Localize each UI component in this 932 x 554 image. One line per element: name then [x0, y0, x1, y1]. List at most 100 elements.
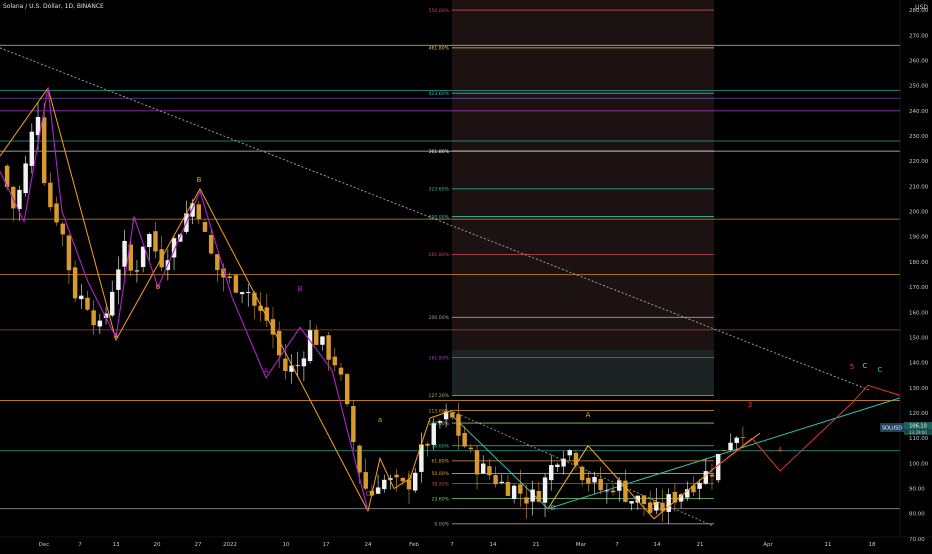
candle-body — [437, 421, 443, 423]
time-tick-11: 14 — [490, 542, 497, 548]
wave-label-9: A — [586, 411, 591, 419]
time-tick-18: 11 — [825, 542, 832, 548]
candle-body — [487, 466, 492, 476]
fib-label-15: 38.20% — [431, 481, 449, 487]
time-tick-3: 20 — [154, 542, 161, 548]
candle-body — [91, 310, 96, 326]
candle-body — [709, 474, 715, 477]
price-tick-10: 170.00 — [909, 285, 929, 291]
price-tick-14: 210.00 — [909, 184, 929, 190]
fib-label-2: 423.60% — [429, 91, 450, 97]
candle-body — [548, 465, 554, 481]
last-price: 106.10 — [909, 424, 927, 430]
candle-body — [480, 463, 486, 474]
candle-body — [196, 204, 202, 220]
price-tick-19: 260.00 — [909, 58, 929, 64]
wave-label-4: B — [298, 285, 303, 293]
candle-body — [29, 131, 35, 167]
candle-body — [592, 476, 597, 483]
fib-label-8: 161.80% — [429, 355, 450, 361]
wave-label-10: B — [551, 504, 556, 512]
time-tick-8: 24 — [365, 542, 372, 548]
wave-label-3: A — [264, 367, 269, 375]
candle-body — [412, 472, 418, 491]
candle-body — [54, 203, 59, 223]
fib-zone-band — [452, 350, 714, 396]
time-tick-6: 10 — [283, 542, 290, 548]
chart-canvas[interactable]: 550.00%461.80%423.60%361.80%323.60%300.0… — [0, 0, 932, 550]
candle-body — [703, 471, 709, 484]
price-tick-2: 90.00 — [909, 487, 925, 493]
candle-body — [344, 374, 350, 405]
currency-label: USD — [915, 4, 928, 11]
candle-body — [666, 494, 671, 512]
price-tick-8: 150.00 — [909, 335, 929, 341]
solusd-chart[interactable]: 550.00% 461.80% 423.60% 361.80% 323.60% 300.0… — [0, 0, 932, 550]
candle-body — [499, 481, 504, 484]
price-tick-18: 250.00 — [909, 84, 929, 90]
candle-body — [72, 267, 78, 299]
time-tick-12: 21 — [533, 542, 540, 548]
candle-body — [623, 480, 628, 502]
fib-label-16: 23.60% — [431, 496, 449, 502]
candle-body — [518, 484, 523, 494]
fib-label-4: 323.60% — [429, 187, 450, 193]
candle-body — [579, 466, 585, 481]
candle-body — [338, 367, 344, 375]
candle-body — [215, 254, 220, 271]
fib-label-6: 261.80% — [429, 252, 450, 258]
price-tick-17: 240.00 — [909, 109, 929, 115]
price-tick-20: 270.00 — [909, 33, 929, 39]
candle-body — [246, 292, 251, 294]
price-tick-4: 110.00 — [909, 436, 929, 442]
candle-body — [239, 292, 245, 295]
candle-body — [66, 235, 72, 271]
candle-body — [147, 233, 152, 248]
wave-label-5: b — [408, 473, 413, 481]
fib-label-5: 300.00% — [429, 214, 450, 220]
wave-label-2: C — [366, 490, 371, 498]
time-tick-17: Apr — [763, 542, 773, 548]
candle-body — [208, 235, 214, 254]
candle-body — [382, 479, 387, 490]
candle-body — [363, 472, 368, 489]
candle-body — [357, 445, 362, 473]
candle-body — [79, 295, 84, 300]
candle-body — [17, 189, 22, 210]
candle-body — [153, 231, 158, 252]
time-tick-10: 7 — [450, 542, 454, 548]
candle-body — [301, 358, 307, 367]
candle-body — [740, 437, 746, 438]
candle-body — [456, 414, 461, 436]
candle-body — [610, 490, 616, 493]
candle-body — [462, 433, 467, 447]
wave-label-7: b — [156, 283, 161, 291]
wave-label-13: 4 — [778, 446, 783, 454]
candle-body — [122, 240, 127, 267]
candle-body — [505, 481, 511, 496]
time-tick-5: 2022 — [223, 542, 237, 548]
price-tick-12: 190.00 — [909, 235, 929, 241]
candle-body — [41, 117, 47, 184]
wave-label-6: a — [378, 416, 382, 424]
candle-body — [722, 450, 727, 452]
price-tick-7: 140.00 — [909, 361, 929, 367]
wave-label-12: 3 — [748, 401, 752, 409]
price-tick-0: 70.00 — [909, 537, 925, 543]
candle-body — [542, 477, 548, 503]
candle-body — [598, 478, 603, 491]
time-tick-1: 7 — [78, 542, 82, 548]
candle-body — [536, 490, 542, 502]
price-tick-11: 180.00 — [909, 260, 929, 266]
candle-body — [202, 222, 208, 232]
candle-body — [60, 223, 65, 235]
candle-body — [326, 335, 331, 360]
time-tick-9: Feb — [409, 542, 419, 548]
candle-body — [307, 330, 313, 362]
candle-body — [468, 447, 474, 450]
bar-countdown: 23:29:00 — [909, 430, 927, 435]
candle-body — [252, 292, 257, 306]
candle-body — [314, 329, 319, 345]
candle-body — [233, 275, 239, 293]
wave-label-1: A — [114, 332, 119, 340]
